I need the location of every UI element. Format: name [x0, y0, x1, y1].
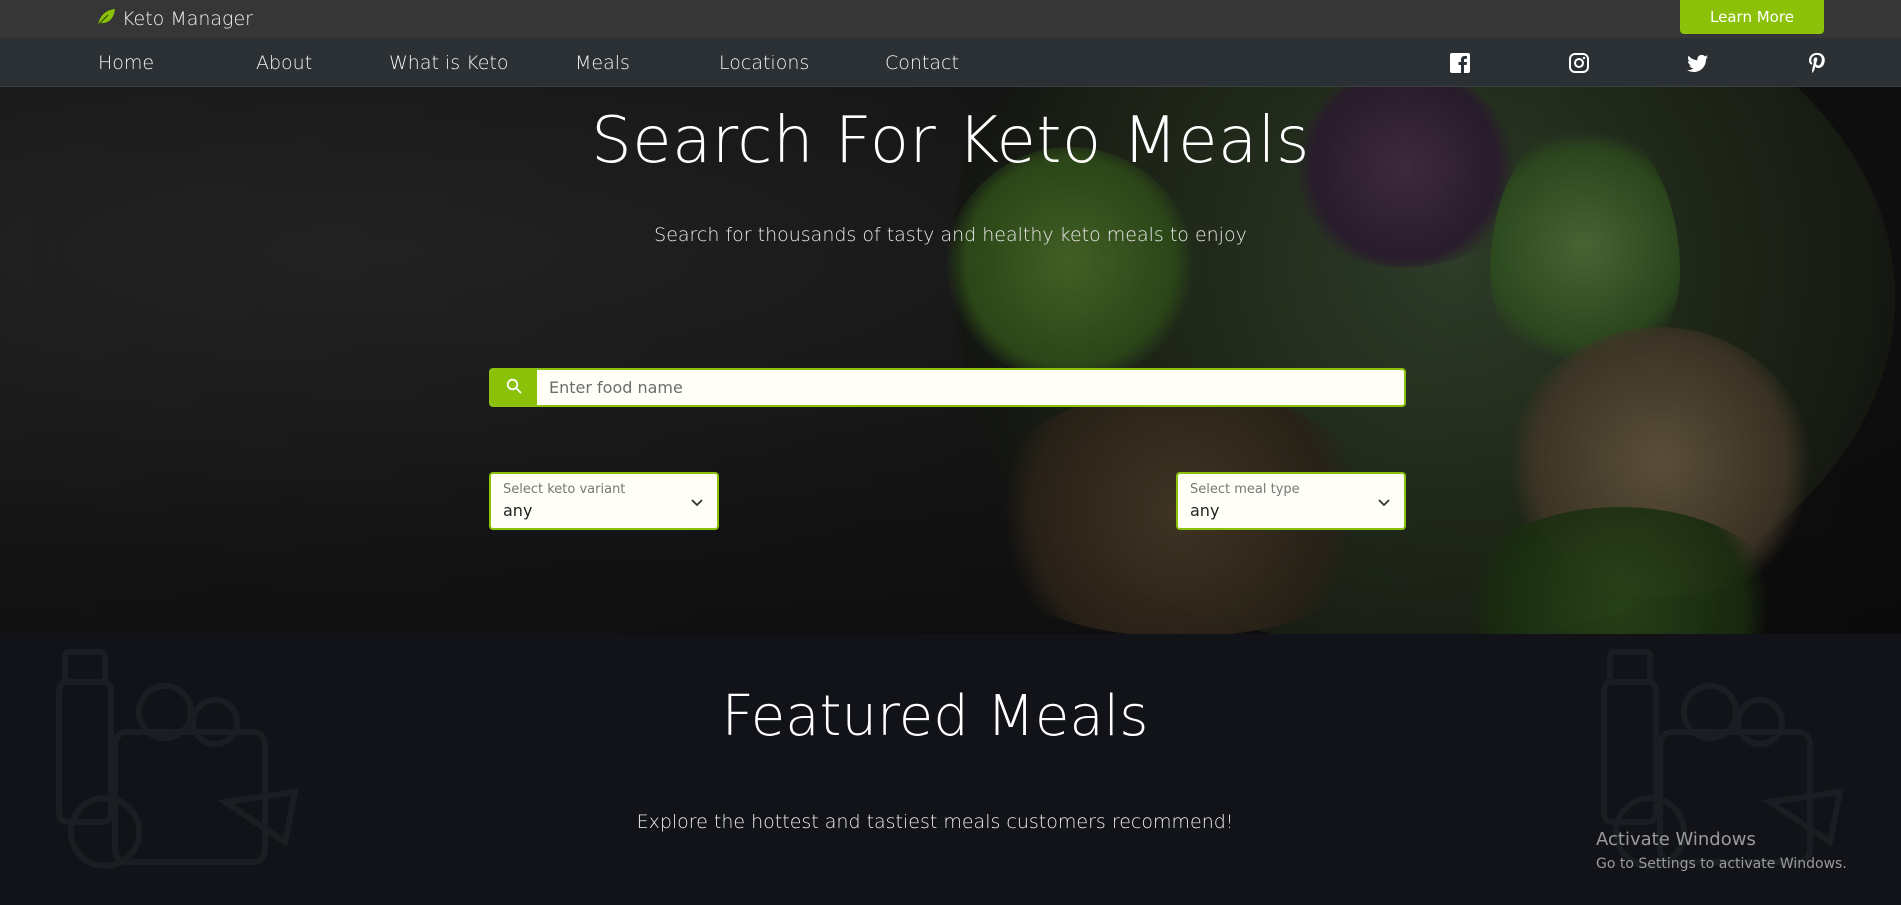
instagram-icon[interactable]: [1568, 52, 1590, 74]
leaf-icon: [96, 7, 116, 31]
keto-variant-label: Select keto variant: [503, 482, 626, 497]
keto-variant-select[interactable]: Select keto variant any: [489, 472, 719, 530]
activate-line-2: Go to Settings to activate Windows.: [1596, 856, 1847, 872]
facebook-icon[interactable]: [1449, 52, 1471, 74]
twitter-icon[interactable]: [1687, 52, 1709, 74]
meal-type-label: Select meal type: [1190, 482, 1300, 497]
hero-subtitle: Search for thousands of tasty and health…: [654, 224, 1247, 246]
nav-contact[interactable]: Contact: [885, 52, 959, 74]
chevron-down-icon: [689, 494, 705, 510]
nav-meals[interactable]: Meals: [575, 52, 630, 74]
keto-variant-value: any: [503, 501, 533, 520]
meal-type-value: any: [1190, 501, 1220, 520]
windows-activation-watermark: Activate Windows Go to Settings to activ…: [1596, 829, 1847, 872]
featured-title: Featured Meals: [721, 684, 1149, 749]
food-search-bar: [489, 368, 1406, 407]
nav-about[interactable]: About: [256, 52, 312, 74]
main-nav: Home About What is Keto Meals Locations …: [0, 38, 1901, 87]
nav-home[interactable]: Home: [98, 52, 154, 74]
brand[interactable]: Keto Manager: [96, 6, 253, 32]
meal-type-select[interactable]: Select meal type any: [1176, 472, 1406, 530]
learn-more-button[interactable]: Learn More: [1680, 0, 1824, 34]
hero-title: Search For Keto Meals: [591, 104, 1310, 178]
chevron-down-icon: [1376, 494, 1392, 510]
brand-name: Keto Manager: [122, 8, 253, 30]
grocery-bag-icon: [45, 642, 305, 872]
hero-section: Search For Keto Meals Search for thousan…: [0, 87, 1901, 634]
top-bar: Keto Manager Learn More: [0, 0, 1901, 38]
search-button[interactable]: [491, 370, 537, 405]
search-icon: [506, 378, 522, 398]
featured-subtitle: Explore the hottest and tastiest meals c…: [636, 811, 1234, 833]
nav-locations[interactable]: Locations: [719, 52, 809, 74]
nav-what-is-keto[interactable]: What is Keto: [389, 52, 508, 74]
food-name-input[interactable]: [537, 370, 1404, 405]
pinterest-icon[interactable]: [1806, 52, 1828, 74]
activate-line-1: Activate Windows: [1596, 829, 1756, 850]
